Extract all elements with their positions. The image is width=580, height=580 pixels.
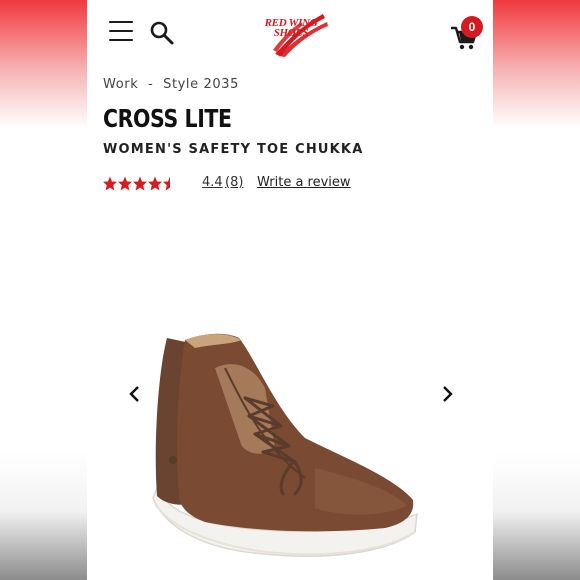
write-review-link[interactable]: Write a review <box>257 175 351 190</box>
search-icon[interactable] <box>149 20 175 46</box>
site-header: RED WING SHOES 0 <box>87 0 493 66</box>
product-image <box>152 333 418 557</box>
cart-count-badge[interactable]: 0 <box>461 16 483 38</box>
logo-text: RED WING SHOES <box>264 17 318 39</box>
breadcrumb: Work - Style 2035 <box>103 77 239 92</box>
product-page: RED WING SHOES 0 Work - Style 2035 CROSS… <box>87 0 493 580</box>
chevron-left-icon[interactable] <box>125 384 145 404</box>
right-backdrop <box>493 0 580 580</box>
breadcrumb-category-link[interactable]: Work <box>103 77 138 92</box>
breadcrumb-separator: - <box>148 77 154 92</box>
star-icon <box>148 176 162 191</box>
star-icon <box>118 176 132 191</box>
star-icon <box>103 176 117 191</box>
rating-row: 4.4 (8) Write a review <box>103 174 483 194</box>
star-rating[interactable] <box>103 175 179 193</box>
chevron-right-icon[interactable] <box>437 384 457 404</box>
half-star-icon <box>163 176 170 191</box>
product-title: CROSS LITE <box>103 104 232 133</box>
star-icon <box>133 176 147 191</box>
red-wing-logo[interactable]: RED WING SHOES <box>245 6 337 58</box>
review-count[interactable]: (8) <box>225 175 243 190</box>
hamburger-menu-icon[interactable] <box>109 21 133 43</box>
breadcrumb-style: Style 2035 <box>163 77 239 92</box>
product-subtitle: WOMEN'S SAFETY TOE CHUKKA <box>103 142 364 157</box>
rating-value[interactable]: 4.4 <box>202 175 223 190</box>
left-backdrop <box>0 0 87 580</box>
